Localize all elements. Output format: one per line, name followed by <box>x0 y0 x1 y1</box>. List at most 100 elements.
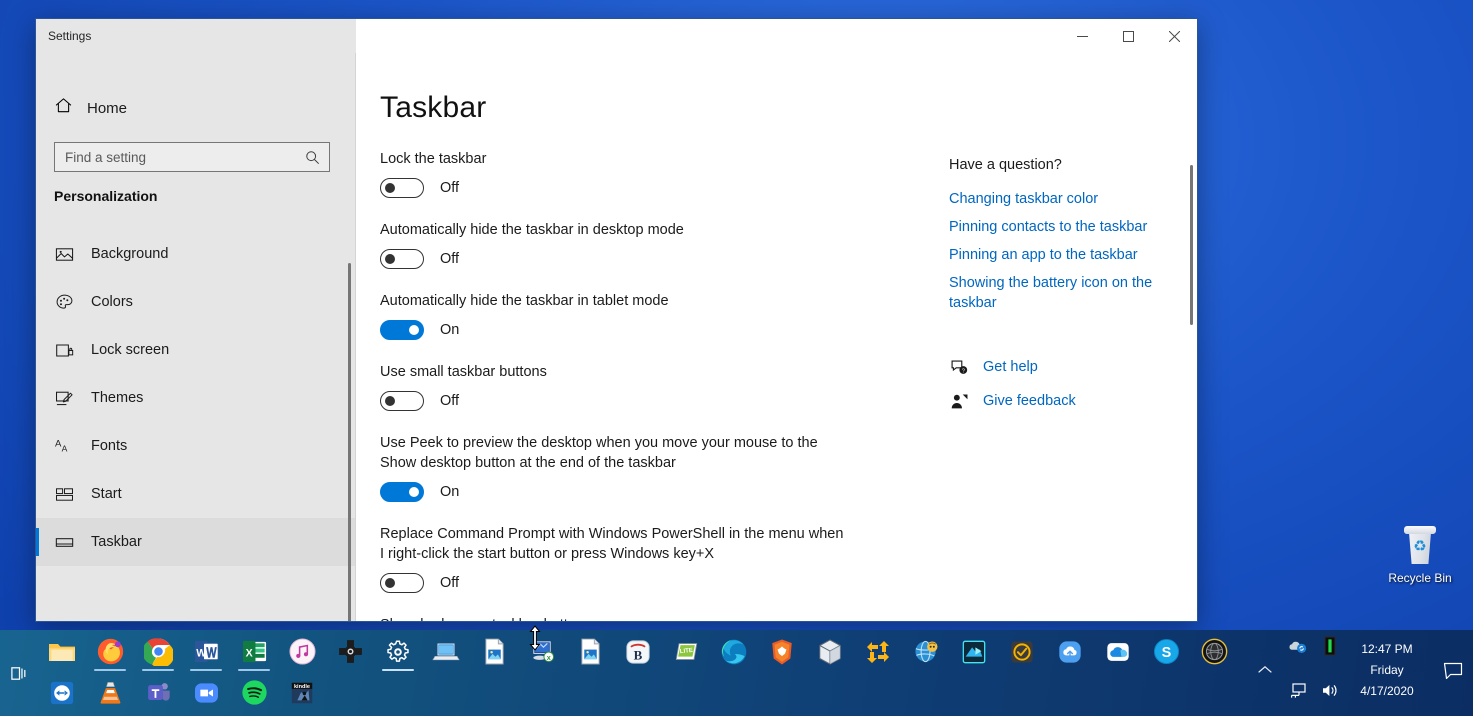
teamviewer-icon <box>47 678 77 708</box>
running-indicator-active <box>382 669 414 671</box>
taskbar-item-checkmark-shield[interactable] <box>998 631 1046 672</box>
help-link-showing-battery-icon[interactable]: Showing the battery icon on the taskbar <box>949 273 1157 313</box>
taskbar-item-microsoft-teams[interactable] <box>134 672 182 713</box>
sidebar-item-home[interactable]: Home <box>36 88 356 128</box>
taskbar-item-media-player[interactable] <box>950 631 998 672</box>
sidebar-item-fonts[interactable]: AA Fonts <box>36 422 356 470</box>
taskbar-settings-list: Taskbar Lock the taskbar Off Automatical… <box>356 53 917 621</box>
taskbar-clock[interactable]: 12:47 PM Friday 4/17/2020 <box>1349 639 1425 702</box>
themes-brush-icon <box>54 388 74 408</box>
search-box[interactable] <box>54 142 330 172</box>
setting-use-peek: Use Peek to preview the desktop when you… <box>380 433 850 502</box>
window-body: Home Personalization <box>36 53 1197 621</box>
sidebar-scrollbar[interactable] <box>348 263 351 621</box>
svg-text:?: ? <box>961 368 964 374</box>
sidebar-item-taskbar[interactable]: Taskbar <box>36 518 356 566</box>
taskbar-item-zoom[interactable] <box>182 672 230 713</box>
toggle-lock-the-taskbar[interactable] <box>380 178 424 198</box>
taskbar-item-skype[interactable]: S <box>1142 631 1190 672</box>
taskbar-item-settings[interactable] <box>374 631 422 672</box>
content-scrollbar[interactable] <box>1190 165 1193 325</box>
taskbar-item-vlc-media-player[interactable] <box>86 672 134 713</box>
search-icon[interactable] <box>305 150 329 165</box>
taskbar-item-microsoft-edge[interactable] <box>710 631 758 672</box>
action-center-icon[interactable] <box>1443 662 1463 685</box>
window-title: Settings <box>48 29 92 43</box>
give-feedback-action[interactable]: Give feedback <box>949 391 1157 411</box>
taskbar-item-image-file-2[interactable] <box>566 631 614 672</box>
help-link-pinning-an-app[interactable]: Pinning an app to the taskbar <box>949 245 1157 265</box>
media-player-icon <box>959 637 989 667</box>
taskbar-item-onedrive[interactable] <box>1094 631 1142 672</box>
setting-lock-the-taskbar: Lock the taskbar Off <box>380 149 850 198</box>
minimize-button[interactable] <box>1059 19 1105 53</box>
help-link-changing-taskbar-color[interactable]: Changing taskbar color <box>949 189 1157 209</box>
taskbar-item-virtualbox[interactable] <box>806 631 854 672</box>
taskbar-item-google-chrome[interactable] <box>134 631 182 672</box>
help-link-pinning-contacts[interactable]: Pinning contacts to the taskbar <box>949 217 1157 237</box>
taskbar-item-bitdefender[interactable]: B <box>614 631 662 672</box>
taskbar-item-microsoft-word[interactable]: W <box>182 631 230 672</box>
taskbar-item-itunes[interactable] <box>278 631 326 672</box>
toggle-row: Off <box>380 249 850 269</box>
toggle-auto-hide-tablet-mode[interactable] <box>380 320 424 340</box>
notes-lite-icon: LITE <box>671 637 701 667</box>
taskbar-item-kindle[interactable]: kindle <box>278 672 326 713</box>
maximize-button[interactable] <box>1105 19 1151 53</box>
sidebar-item-background[interactable]: Background <box>36 230 356 278</box>
taskbar-item-cloud-upload[interactable] <box>1046 631 1094 672</box>
taskbar-item-laptop-device[interactable] <box>422 631 470 672</box>
sidebar-label: Colors <box>91 294 133 310</box>
sidebar-item-lock-screen[interactable]: Lock screen <box>36 326 356 374</box>
firefox-icon <box>95 637 125 667</box>
close-button[interactable] <box>1151 19 1197 53</box>
search-input[interactable] <box>55 149 305 165</box>
network-icon[interactable] <box>1288 680 1308 700</box>
svg-text:W: W <box>196 647 206 659</box>
taskbar-item-microsoft-excel[interactable]: X <box>230 631 278 672</box>
dark-globe-app-icon <box>1199 637 1229 667</box>
chevron-up-icon[interactable] <box>1258 662 1272 677</box>
battery-meter-icon[interactable] <box>1320 636 1340 656</box>
toggle-row: Off <box>380 391 850 411</box>
taskbar-item-notes-lite[interactable]: LITE <box>662 631 710 672</box>
sidebar-item-colors[interactable]: Colors <box>36 278 356 326</box>
taskbar-item-spotify[interactable] <box>230 672 278 713</box>
toggle-state: On <box>440 322 460 338</box>
onedrive-sync-icon[interactable] <box>1288 636 1308 656</box>
get-help-action[interactable]: ? Get help <box>949 357 1157 377</box>
system-tray: 12:47 PM Friday 4/17/2020 <box>1240 630 1473 716</box>
skype-icon: S <box>1151 637 1181 667</box>
toggle-auto-hide-desktop-mode[interactable] <box>380 249 424 269</box>
taskbar-item-teamviewer[interactable] <box>38 672 86 713</box>
recycle-bin[interactable]: ♻ Recycle Bin <box>1382 524 1458 586</box>
taskbar-item-display-settings[interactable]: x <box>518 631 566 672</box>
toggle-row: Off <box>380 178 850 198</box>
taskbar-item-firefox[interactable] <box>86 631 134 672</box>
setting-label: Automatically hide the taskbar in tablet… <box>380 293 669 309</box>
toggle-replace-command-prompt[interactable] <box>380 573 424 593</box>
setting-use-small-taskbar-buttons: Use small taskbar buttons Off <box>380 362 850 411</box>
title-bar-drag-area[interactable] <box>356 19 1059 53</box>
sidebar-label: Fonts <box>91 438 128 454</box>
toggle-use-peek[interactable] <box>380 482 424 502</box>
taskbar-icon <box>54 532 74 552</box>
toggle-state: Off <box>440 575 460 591</box>
task-view-icon[interactable] <box>0 630 38 716</box>
taskbar-item-dark-globe-app[interactable] <box>1190 631 1238 672</box>
taskbar-item-winrar-arrows[interactable] <box>854 631 902 672</box>
title-bar[interactable]: Settings <box>36 19 1197 53</box>
zoom-icon <box>191 678 221 708</box>
taskbar-item-game-controller-app[interactable] <box>326 631 374 672</box>
sidebar-item-start[interactable]: Start <box>36 470 356 518</box>
taskbar-item-image-file-1[interactable] <box>470 631 518 672</box>
disc-globe-app-icon <box>911 637 941 667</box>
running-indicator <box>94 669 126 671</box>
clock-date: 4/17/2020 <box>1360 684 1414 698</box>
sidebar-item-themes[interactable]: Themes <box>36 374 356 422</box>
taskbar-item-brave-browser[interactable] <box>758 631 806 672</box>
taskbar-item-disc-globe-app[interactable] <box>902 631 950 672</box>
volume-icon[interactable] <box>1320 680 1340 700</box>
taskbar-item-file-explorer[interactable] <box>38 631 86 672</box>
toggle-use-small-taskbar-buttons[interactable] <box>380 391 424 411</box>
